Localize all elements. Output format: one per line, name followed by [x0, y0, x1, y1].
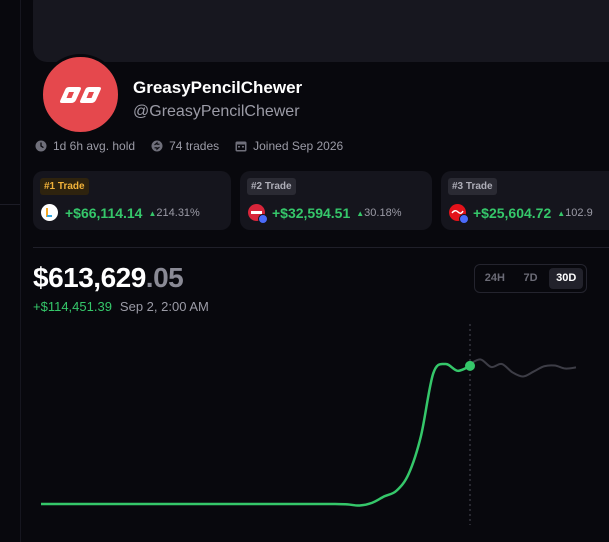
- portfolio-value-decimals: .05: [145, 262, 184, 293]
- top-trade-card-2[interactable]: #2 Trade +$32,594.51 ▲30.18%: [240, 171, 432, 230]
- arrow-up-icon: ▲: [557, 208, 566, 218]
- section-divider: [33, 247, 609, 248]
- l-token-icon: [41, 204, 58, 221]
- range-7d-button[interactable]: 7D: [514, 268, 548, 289]
- profile-banner: [33, 0, 609, 62]
- avg-hold-label: 1d 6h avg. hold: [53, 139, 136, 153]
- portfolio-change: +$114,451.39 Sep 2, 2:00 AM: [33, 299, 209, 314]
- trade-percent: ▲102.9: [557, 206, 593, 219]
- avatar[interactable]: [40, 54, 121, 135]
- avg-hold-stat: 1d 6h avg. hold: [35, 139, 135, 153]
- trades-icon: [151, 140, 163, 152]
- time-range-toggle: 24H 7D 30D: [474, 264, 587, 293]
- arrow-up-icon: ▲: [356, 208, 365, 218]
- infinity-logo-icon: [59, 86, 101, 103]
- trades-stat: 74 trades: [151, 139, 219, 153]
- trades-count: 74 trades: [169, 139, 220, 153]
- top-trade-card-1[interactable]: #1 Trade +$66,114.14 ▲214.31%: [33, 171, 231, 230]
- range-24h-button[interactable]: 24H: [478, 268, 512, 289]
- change-timestamp: Sep 2, 2:00 AM: [119, 299, 209, 314]
- joined-date: Joined Sep 2026: [253, 139, 344, 153]
- amc-token-icon: [248, 204, 268, 224]
- trade-value: +$32,594.51: [272, 204, 351, 221]
- trade-rank-badge: #3 Trade: [448, 178, 497, 195]
- trade-rank-badge: #1 Trade: [40, 178, 89, 195]
- value-series-line: [41, 362, 471, 507]
- portfolio-chart[interactable]: [0, 320, 609, 542]
- calendar-icon: [235, 141, 247, 152]
- future-series-line: [469, 358, 577, 378]
- coke-token-icon: [449, 204, 469, 224]
- portfolio-value: $613,629.05: [33, 262, 184, 294]
- trade-value: +$25,604.72: [473, 204, 552, 221]
- username-handle: @GreasyPencilChewer: [133, 103, 300, 120]
- trade-value: +$66,114.14: [65, 204, 143, 221]
- portfolio-value-main: $613,629: [33, 262, 146, 293]
- trade-percent: ▲214.31%: [148, 206, 200, 219]
- trade-percent: ▲30.18%: [356, 206, 402, 219]
- profile-stats: 1d 6h avg. hold 74 trades Joined Sep 202…: [35, 139, 343, 153]
- clock-icon: [35, 140, 47, 152]
- left-panel-divider: [0, 204, 20, 205]
- verified-icon: [459, 214, 469, 224]
- range-30d-button[interactable]: 30D: [549, 268, 584, 289]
- display-name: GreasyPencilChewer: [133, 78, 303, 97]
- joined-stat: Joined Sep 2026: [235, 139, 343, 153]
- change-amount: +$114,451.39: [33, 299, 112, 314]
- verified-icon: [258, 214, 268, 224]
- trade-rank-badge: #2 Trade: [247, 178, 296, 195]
- top-trade-card-3[interactable]: #3 Trade +$25,604.72 ▲102.9: [441, 171, 609, 230]
- hover-point: [465, 360, 475, 371]
